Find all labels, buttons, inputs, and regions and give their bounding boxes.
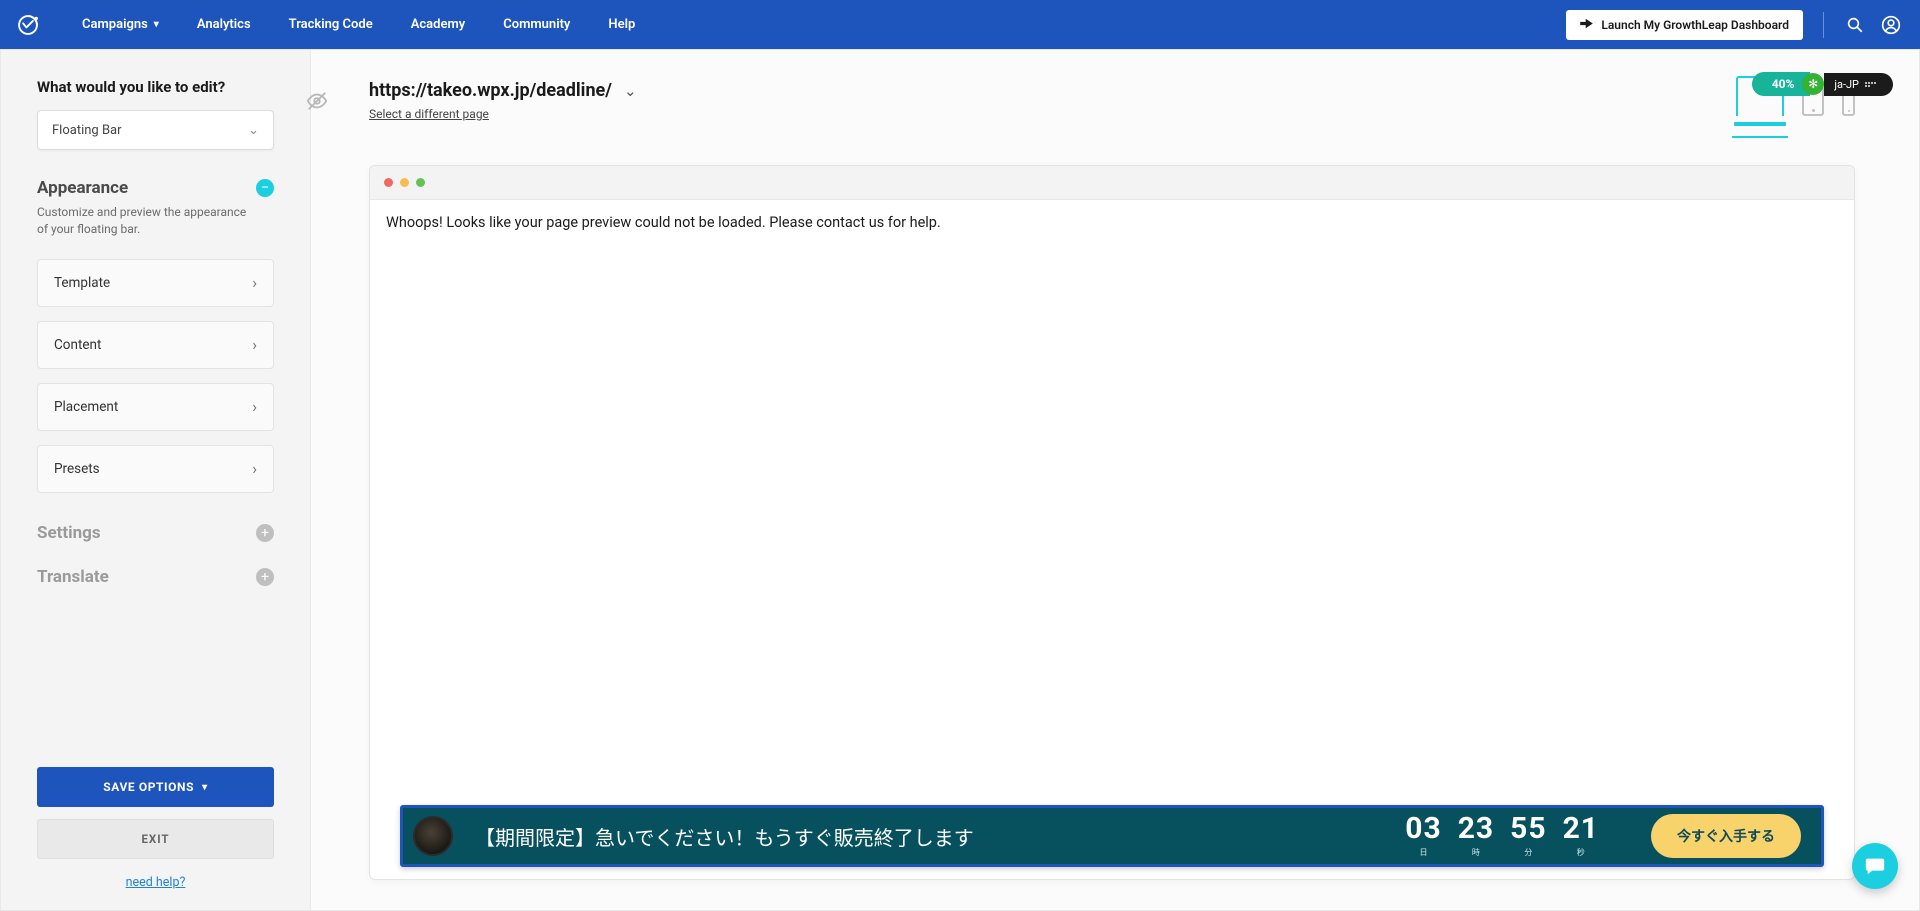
appearance-header[interactable]: Appearance − [37, 178, 274, 198]
traffic-light-close-icon [384, 178, 393, 187]
chevron-down-icon: ⌄ [248, 123, 259, 138]
floating-bar-message: 【期間限定】急いでください！もうすぐ販売終了します [475, 822, 974, 851]
option-content[interactable]: Content› [37, 321, 274, 369]
settings-heading: Settings [37, 523, 101, 543]
brand-logo[interactable] [14, 11, 42, 39]
appearance-sub: Customize and preview the appearance of … [37, 204, 247, 239]
element-selector-value: Floating Bar [52, 123, 122, 138]
save-label: SAVE OPTIONS [103, 780, 194, 794]
onboarding-progress[interactable]: 40% ✻ ja-JP [1752, 72, 1893, 96]
nav-analytics[interactable]: Analytics [197, 17, 251, 32]
browser-titlebar [370, 166, 1854, 200]
nav-campaigns[interactable]: Campaigns ▾ [82, 17, 159, 32]
traffic-light-minimize-icon [400, 178, 409, 187]
locale-pill[interactable]: ja-JP [1824, 73, 1893, 96]
nav-help[interactable]: Help [608, 17, 635, 32]
option-template[interactable]: Template› [37, 259, 274, 307]
user-icon[interactable] [1880, 14, 1902, 36]
nav-tracking-code[interactable]: Tracking Code [289, 17, 373, 32]
exit-label: EXIT [141, 832, 169, 846]
countdown-minutes: 55 分 [1510, 814, 1546, 858]
chevron-right-icon: › [252, 335, 257, 354]
need-help-link[interactable]: need help? [37, 875, 274, 890]
exit-button[interactable]: EXIT [37, 819, 274, 859]
chevron-down-icon: ▾ [154, 19, 159, 30]
floating-bar-preview[interactable]: 【期間限定】急いでください！もうすぐ販売終了します 03 日 23 時 55 分 [400, 805, 1824, 867]
nav-right: Launch My GrowthLeap Dashboard [1566, 10, 1902, 40]
locale-label: ja-JP [1834, 78, 1859, 91]
save-button[interactable]: SAVE OPTIONS ▾ [37, 767, 274, 807]
expand-icon[interactable]: + [256, 568, 274, 586]
url-left: https://takeo.wpx.jp/deadline/ ⌄ Select … [369, 80, 637, 121]
option-presets[interactable]: Presets› [37, 445, 274, 493]
appearance-options: Template› Content› Placement› Presets› [37, 259, 274, 493]
translate-section[interactable]: Translate + [37, 567, 274, 587]
divider [1823, 12, 1824, 38]
preview-browser: Whoops! Looks like your page preview cou… [369, 165, 1855, 880]
body: What would you like to edit? Floating Ba… [0, 49, 1920, 911]
preview-url[interactable]: https://takeo.wpx.jp/deadline/ [369, 80, 612, 101]
search-icon[interactable] [1844, 14, 1866, 36]
sidebar-title: What would you like to edit? [37, 78, 274, 96]
option-placement[interactable]: Placement› [37, 383, 274, 431]
gear-icon: ✻ [1802, 73, 1824, 95]
expand-icon[interactable]: + [256, 524, 274, 542]
external-icon [1580, 18, 1593, 32]
floating-bar-cta-button[interactable]: 今すぐ入手する [1651, 814, 1801, 858]
appearance-heading: Appearance [37, 178, 128, 198]
preview-error-message: Whoops! Looks like your page preview cou… [386, 214, 1838, 231]
chevron-down-icon: ▾ [202, 782, 208, 793]
launch-dashboard-button[interactable]: Launch My GrowthLeap Dashboard [1566, 10, 1803, 40]
chevron-right-icon: › [252, 273, 257, 292]
drag-handle-icon [1865, 82, 1877, 87]
chevron-right-icon: › [252, 459, 257, 478]
traffic-light-zoom-icon [416, 178, 425, 187]
select-different-page-link[interactable]: Select a different page [369, 107, 637, 121]
collapse-icon[interactable]: − [256, 179, 274, 197]
visibility-toggle-icon[interactable] [304, 90, 332, 114]
nav-items: Campaigns ▾ Analytics Tracking Code Acad… [82, 17, 635, 32]
preview-body: Whoops! Looks like your page preview cou… [370, 200, 1854, 879]
chevron-down-icon[interactable]: ⌄ [624, 82, 637, 100]
chevron-right-icon: › [252, 397, 257, 416]
avatar [413, 816, 453, 856]
countdown-seconds: 21 秒 [1563, 814, 1599, 858]
translate-heading: Translate [37, 567, 109, 587]
top-nav: Campaigns ▾ Analytics Tracking Code Acad… [0, 0, 1920, 49]
main-canvas: https://takeo.wpx.jp/deadline/ ⌄ Select … [311, 50, 1919, 910]
nav-academy[interactable]: Academy [411, 17, 466, 32]
nav-campaigns-label: Campaigns [82, 17, 148, 32]
url-row: https://takeo.wpx.jp/deadline/ ⌄ Select … [369, 80, 1855, 121]
chat-button[interactable] [1852, 843, 1898, 889]
launch-label: Launch My GrowthLeap Dashboard [1601, 18, 1789, 32]
element-selector[interactable]: Floating Bar ⌄ [37, 110, 274, 150]
countdown-days: 03 日 [1405, 814, 1441, 858]
settings-section[interactable]: Settings + [37, 523, 274, 543]
countdown: 03 日 23 時 55 分 21 秒 [1405, 814, 1599, 858]
countdown-hours: 23 時 [1458, 814, 1494, 858]
sidebar-footer: SAVE OPTIONS ▾ EXIT need help? [37, 767, 274, 890]
editor-sidebar: What would you like to edit? Floating Ba… [1, 50, 311, 910]
nav-community[interactable]: Community [503, 17, 570, 32]
